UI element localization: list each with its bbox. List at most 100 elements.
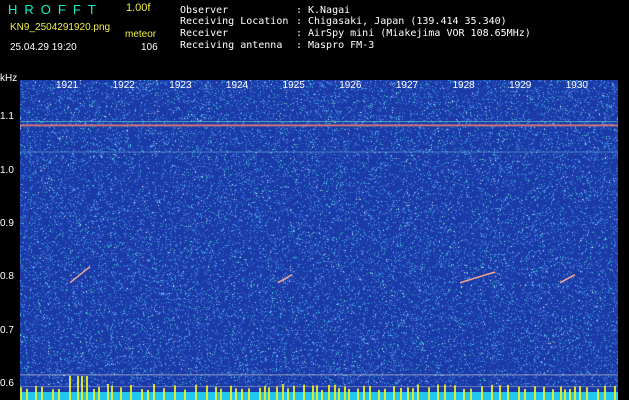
time-tick-label: 1925 bbox=[282, 80, 305, 91]
baseline-peak bbox=[518, 386, 520, 400]
count-label: 106 bbox=[141, 42, 158, 53]
version-label: 1.00f bbox=[126, 2, 151, 14]
baseline-peak bbox=[147, 389, 149, 400]
baseline-peak bbox=[93, 389, 95, 400]
info-label-receiver: Receiver bbox=[180, 28, 229, 39]
baseline-peak bbox=[230, 385, 232, 400]
frequency-tick-label: 0.9 bbox=[0, 218, 14, 229]
baseline-peak bbox=[107, 384, 109, 400]
frequency-tick-label: 0.7 bbox=[0, 324, 14, 336]
frequency-tick-label: 0.8 bbox=[0, 271, 14, 283]
baseline-peak bbox=[111, 385, 113, 400]
baseline-peak bbox=[316, 385, 318, 400]
baseline-peak bbox=[86, 376, 88, 400]
info-separator: : bbox=[296, 40, 303, 51]
baseline-peak bbox=[384, 388, 386, 400]
info-value-receiver: AirSpy mini (Miakejima VOR 108.65MHz) bbox=[308, 28, 531, 39]
spectrogram-overlay bbox=[20, 121, 618, 400]
baseline-peak bbox=[586, 387, 588, 400]
baseline-peak bbox=[81, 376, 83, 400]
baseline-peak bbox=[58, 388, 60, 400]
baseline-peak bbox=[348, 388, 350, 400]
baseline-peak bbox=[20, 387, 22, 400]
baseline-peak bbox=[215, 386, 217, 400]
time-tick-label: 1927 bbox=[395, 80, 419, 91]
frequency-tick-label: 1.1 bbox=[0, 111, 14, 123]
baseline-peak bbox=[334, 384, 336, 400]
baseline-peak bbox=[293, 385, 295, 400]
baseline-peak bbox=[35, 385, 37, 400]
baseline-peak bbox=[552, 389, 554, 400]
baseline-peak bbox=[287, 388, 289, 400]
meteor-trace bbox=[459, 271, 496, 284]
frequency-tick-label: 0.6 bbox=[0, 378, 14, 389]
baseline-peak bbox=[130, 384, 132, 400]
time-tick-label: 1921 bbox=[56, 80, 79, 91]
baseline-peak bbox=[564, 389, 566, 400]
baseline-peak bbox=[282, 384, 284, 400]
info-separator: : bbox=[296, 5, 303, 16]
time-tick-label: 1926 bbox=[339, 80, 362, 91]
baseline-peak bbox=[524, 389, 526, 400]
baseline-peak bbox=[69, 376, 71, 400]
baseline-peak bbox=[499, 385, 501, 400]
baseline-peak bbox=[41, 386, 43, 400]
info-value-location: Chigasaki, Japan (139.414 35.340) bbox=[308, 16, 507, 27]
baseline-peak bbox=[507, 384, 509, 400]
baseline-peak bbox=[614, 385, 616, 400]
baseline-peak bbox=[174, 385, 176, 400]
baseline-peak bbox=[264, 386, 266, 400]
baseline-peak bbox=[470, 388, 472, 400]
info-value-antenna: Maspro FM-3 bbox=[308, 40, 375, 51]
time-tick-label: 1930 bbox=[565, 80, 588, 91]
baseline-peak bbox=[338, 388, 340, 400]
time-tick-label: 1929 bbox=[509, 80, 532, 91]
datetime-label: 25.04.29 19:20 bbox=[10, 42, 77, 53]
baseline-peak bbox=[369, 385, 371, 400]
baseline-peak bbox=[412, 388, 414, 400]
baseline-peak bbox=[357, 388, 359, 400]
baseline-peak bbox=[328, 385, 330, 400]
category-label: meteor bbox=[125, 29, 157, 40]
baseline-peak bbox=[560, 386, 562, 400]
baseline-peak bbox=[241, 388, 243, 400]
info-label-observer: Observer bbox=[180, 5, 229, 16]
baseline-peak bbox=[604, 386, 606, 400]
baseline-peak bbox=[444, 384, 446, 400]
baseline-peak bbox=[195, 384, 197, 400]
baseline-peak bbox=[428, 387, 430, 400]
baseline-band bbox=[20, 392, 618, 400]
baseline-peak bbox=[400, 387, 402, 400]
frequency-tick-label: 1.0 bbox=[0, 164, 14, 176]
baseline-peak bbox=[437, 384, 439, 400]
baseline-peak bbox=[579, 386, 581, 400]
baseline-peak bbox=[491, 384, 493, 400]
baseline-peak bbox=[569, 389, 571, 400]
meteor-trace bbox=[559, 274, 576, 284]
baseline-peak bbox=[163, 388, 165, 400]
info-label-antenna: Receiving antenna bbox=[180, 40, 283, 51]
app-title: HROFFT bbox=[8, 2, 103, 17]
baseline-peak bbox=[481, 386, 483, 400]
baseline-peak bbox=[52, 389, 54, 400]
time-tick-label: 1923 bbox=[169, 80, 192, 91]
baseline-peak bbox=[363, 385, 365, 400]
time-tick-label: 1928 bbox=[452, 80, 475, 91]
info-label-location: Receiving Location bbox=[180, 16, 289, 27]
baseline-peak bbox=[344, 386, 346, 400]
baseline-peak bbox=[597, 388, 599, 400]
baseline-peak bbox=[235, 388, 237, 400]
baseline-peak bbox=[77, 376, 79, 400]
baseline-peak bbox=[98, 387, 100, 400]
baseline-peak bbox=[534, 386, 536, 400]
baseline-peak bbox=[206, 385, 208, 400]
baseline-peak bbox=[120, 387, 122, 400]
baseline-peak bbox=[407, 387, 409, 400]
baseline-peak bbox=[543, 386, 545, 400]
baseline-peak bbox=[463, 388, 465, 400]
baseline-peak bbox=[259, 387, 261, 400]
baseline-peak bbox=[184, 389, 186, 400]
baseline-peak bbox=[378, 389, 380, 400]
baseline-peak bbox=[417, 384, 419, 400]
baseline-peak bbox=[303, 384, 305, 400]
